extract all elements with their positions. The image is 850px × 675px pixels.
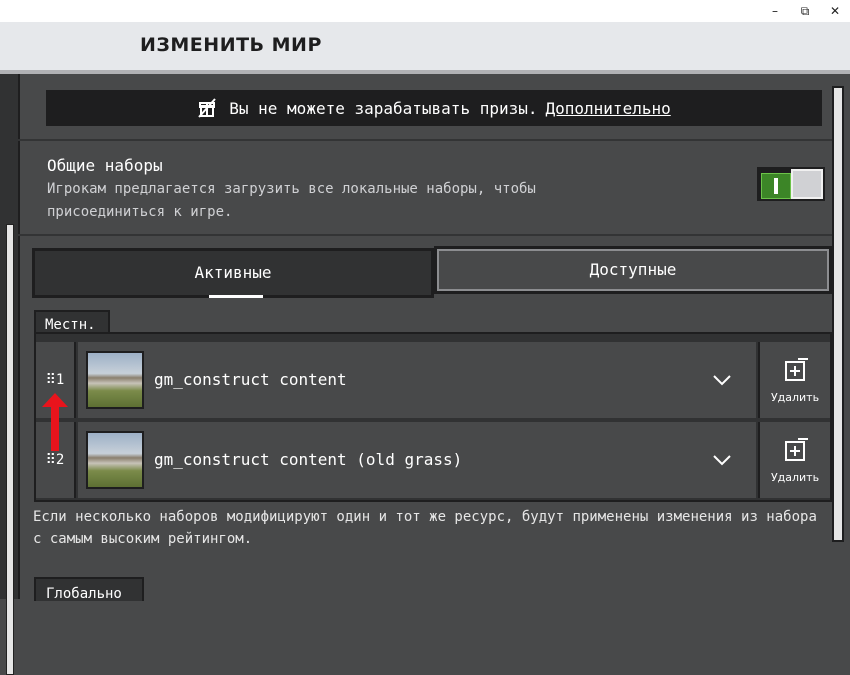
pack-tabs: Активные Доступные bbox=[32, 246, 832, 298]
tab-active-label: Активные bbox=[194, 263, 272, 282]
pack-list: ⠿1 gm_construct content Удалить ⠿2 gm_co… bbox=[34, 332, 832, 502]
pack-name: gm_construct content bbox=[154, 370, 347, 389]
achievements-banner: Вы не можете зарабатывать призы. Дополни… bbox=[46, 90, 822, 126]
divider bbox=[18, 139, 832, 141]
maximize-button[interactable]: ⧉ bbox=[796, 3, 814, 19]
page-title: ИЗМЕНИТЬ МИР bbox=[140, 34, 322, 56]
remove-pack-icon bbox=[785, 438, 808, 461]
page-header: ИЗМЕНИТЬ МИР bbox=[0, 22, 850, 74]
tab-available-label: Доступные bbox=[589, 260, 677, 279]
chevron-down-icon[interactable] bbox=[712, 450, 732, 470]
delete-button[interactable]: Удалить bbox=[758, 342, 830, 418]
tab-active[interactable]: Активные bbox=[32, 248, 434, 298]
left-scrollbar[interactable] bbox=[6, 224, 14, 675]
pack-name: gm_construct content (old grass) bbox=[154, 450, 463, 469]
shared-packs-title: Общие наборы bbox=[47, 156, 163, 175]
pack-thumbnail bbox=[86, 431, 144, 489]
pack-entry[interactable]: gm_construct content bbox=[78, 342, 756, 418]
left-panel bbox=[0, 74, 18, 675]
chevron-down-icon[interactable] bbox=[712, 370, 732, 390]
delete-button[interactable]: Удалить bbox=[758, 422, 830, 498]
pack-entry[interactable]: gm_construct content (old grass) bbox=[78, 422, 756, 498]
shared-packs-description: Игрокам предлагается загрузить все локал… bbox=[47, 181, 536, 220]
priority-info-text: Если несколько наборов модифицируют один… bbox=[33, 509, 817, 547]
toggle-on-indicator bbox=[761, 173, 791, 199]
divider bbox=[18, 234, 832, 236]
annotation-arrow-icon bbox=[42, 393, 68, 451]
delete-label: Удалить bbox=[770, 471, 820, 484]
tab-available[interactable]: Доступные bbox=[434, 246, 832, 294]
global-section-label: Глобально bbox=[34, 577, 144, 602]
gift-crossed-icon bbox=[198, 98, 216, 118]
content-divider bbox=[18, 74, 20, 599]
list-item: ⠿2 gm_construct content (old grass) Удал… bbox=[36, 422, 830, 500]
toggle-knob bbox=[791, 169, 823, 199]
local-section-label: Местн. bbox=[34, 310, 110, 334]
banner-text: Вы не можете зарабатывать призы. bbox=[229, 98, 538, 118]
minimize-button[interactable]: – bbox=[766, 3, 784, 19]
remove-pack-icon bbox=[785, 358, 808, 381]
window-titlebar: – ⧉ ✕ bbox=[0, 0, 850, 22]
close-button[interactable]: ✕ bbox=[826, 3, 844, 19]
pack-thumbnail bbox=[86, 351, 144, 409]
shared-packs-toggle[interactable] bbox=[757, 167, 825, 201]
scrollbar-thumb[interactable] bbox=[832, 86, 844, 542]
tab-underline bbox=[209, 295, 263, 298]
delete-label: Удалить bbox=[770, 391, 820, 404]
list-item: ⠿1 gm_construct content Удалить bbox=[36, 342, 830, 420]
more-info-link[interactable]: Дополнительно bbox=[546, 99, 671, 118]
